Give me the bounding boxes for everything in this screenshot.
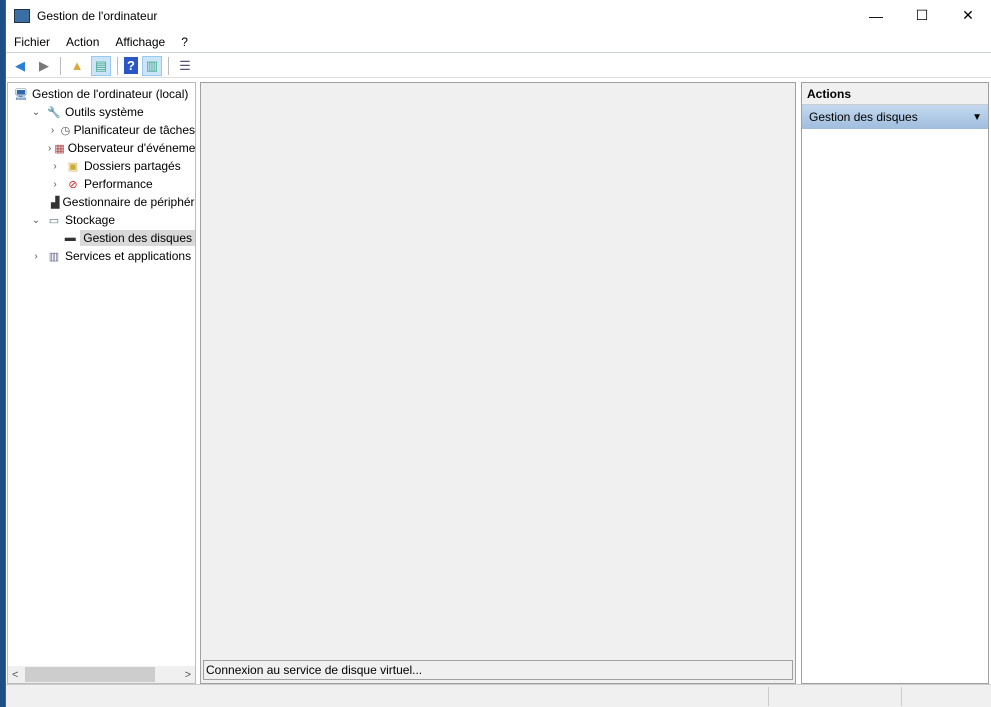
- tools-icon: 🔧: [47, 106, 61, 119]
- computer-management-icon: [14, 8, 30, 23]
- tree-item-label: Observateur d'événements: [67, 141, 196, 155]
- menu-action[interactable]: Action: [58, 35, 107, 49]
- collapse-chevron-icon[interactable]: ⌄: [29, 107, 43, 118]
- menu-bar: Fichier Action Affichage ?: [6, 31, 991, 53]
- tree-item[interactable]: › ▥ Services et applications: [8, 247, 195, 265]
- minimize-button[interactable]: —: [853, 0, 899, 31]
- tree-item[interactable]: 🖥 Gestion de l'ordinateur (local): [8, 85, 195, 103]
- tree-item[interactable]: ›▦Observateur d'événements: [8, 139, 195, 157]
- expand-chevron-icon[interactable]: ›: [48, 161, 62, 172]
- maximize-button[interactable]: ☐: [899, 0, 945, 31]
- tree-item-label: Outils système: [65, 105, 144, 119]
- tree-pane: 🖥 Gestion de l'ordinateur (local) ⌄ 🔧 Outils…: [7, 82, 196, 684]
- pane-status: Connexion au service de disque virtuel..…: [203, 660, 793, 680]
- tree-item[interactable]: ▬ Gestion des disques: [8, 229, 195, 247]
- title-bar: Gestion de l'ordinateur — ☐ ✕: [6, 0, 991, 31]
- tree-item[interactable]: ⌄ 🔧 Outils système: [8, 103, 195, 121]
- shared-folder-icon: ▣: [67, 160, 79, 173]
- window: Gestion de l'ordinateur — ☐ ✕ Fichier Ac…: [5, 0, 991, 707]
- scrollbar-thumb[interactable]: [25, 667, 155, 682]
- tree-item-label: Gestion de l'ordinateur (local): [32, 87, 189, 101]
- window-title: Gestion de l'ordinateur: [37, 8, 158, 23]
- menu-help[interactable]: ?: [173, 35, 196, 49]
- dropdown-arrow-icon[interactable]: ▼: [972, 112, 982, 123]
- tree-item[interactable]: ⌄ ▭ Stockage: [8, 211, 195, 229]
- tree-item[interactable]: › ▣ Dossiers partagés: [8, 157, 195, 175]
- services-icon: ▥: [48, 250, 60, 263]
- show-hide-tree-icon[interactable]: ▤: [91, 55, 111, 76]
- tree-item-label: Gestion des disques: [80, 230, 195, 246]
- tree-item-label: Performance: [84, 177, 153, 191]
- tree-item[interactable]: ▟Gestionnaire de périphériques: [8, 193, 195, 211]
- tree-item-label: Dossiers partagés: [84, 159, 181, 173]
- tree-item-label: Planificateur de tâches: [73, 123, 195, 137]
- toolbar: ◀ ▶ ▲ ▤ ? ▥ ☰: [6, 54, 991, 78]
- tree-item-label: Stockage: [65, 213, 116, 227]
- performance-icon: ⊘: [68, 178, 78, 191]
- tree-item-label: Gestionnaire de périphériques: [62, 195, 196, 209]
- disk-icon: ▬: [64, 232, 76, 244]
- clock-icon: ◷: [60, 124, 71, 137]
- tree-item[interactable]: › ⊘ Performance: [8, 175, 195, 193]
- horizontal-scrollbar[interactable]: < >: [8, 666, 195, 683]
- properties-icon[interactable]: ☰: [175, 56, 195, 76]
- up-folder-icon[interactable]: ▲: [67, 56, 87, 76]
- actions-pane: Actions Gestion des disques ▼: [801, 82, 989, 684]
- tree-item-label: Services et applications: [65, 249, 192, 263]
- scroll-left-icon[interactable]: <: [12, 669, 18, 681]
- computer-management-icon: 🖥: [14, 88, 28, 101]
- status-bar: [6, 684, 991, 707]
- collapse-chevron-icon[interactable]: ⌄: [29, 215, 43, 226]
- actions-item-disk-management[interactable]: Gestion des disques ▼: [802, 105, 988, 129]
- storage-icon: ▭: [48, 214, 60, 227]
- menu-fichier[interactable]: Fichier: [6, 35, 58, 49]
- disk-management-pane: Connexion au service de disque virtuel..…: [200, 82, 796, 684]
- expand-chevron-icon[interactable]: ›: [48, 143, 51, 154]
- device-manager-icon: ▟: [51, 196, 60, 209]
- expand-chevron-icon[interactable]: ›: [48, 125, 57, 136]
- help-icon[interactable]: ?: [124, 57, 138, 74]
- show-hide-action-pane-icon[interactable]: ▥: [142, 55, 162, 76]
- actions-item-label: Gestion des disques: [809, 110, 918, 124]
- actions-header: Actions: [802, 83, 988, 105]
- close-button[interactable]: ✕: [945, 0, 991, 31]
- menu-affichage[interactable]: Affichage: [107, 35, 173, 49]
- forward-arrow-icon[interactable]: ▶: [34, 56, 54, 76]
- scroll-right-icon[interactable]: >: [185, 669, 191, 681]
- event-viewer-icon: ▦: [54, 142, 65, 155]
- expand-chevron-icon[interactable]: ›: [48, 179, 62, 190]
- tree-item[interactable]: › ◷ Planificateur de tâches: [8, 121, 195, 139]
- expand-chevron-icon[interactable]: ›: [29, 251, 43, 262]
- back-arrow-icon[interactable]: ◀: [10, 56, 30, 76]
